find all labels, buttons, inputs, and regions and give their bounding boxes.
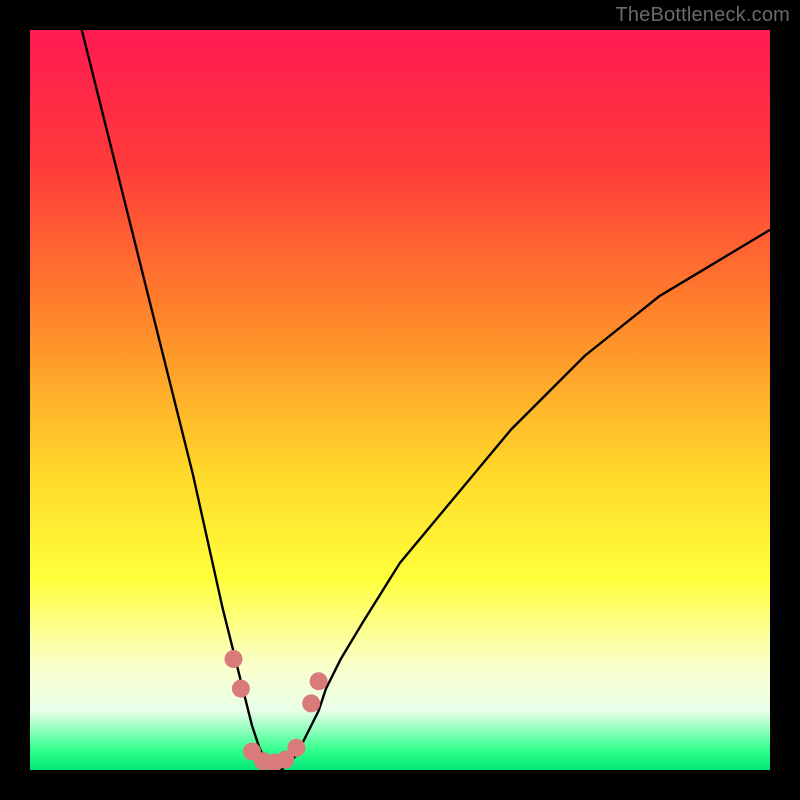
trough-marker [310, 672, 328, 690]
trough-marker [225, 650, 243, 668]
trough-markers [225, 650, 328, 770]
watermark-text: TheBottleneck.com [615, 4, 790, 27]
trough-marker [287, 739, 305, 757]
bottleneck-curve [30, 30, 770, 770]
curve-layer [30, 30, 770, 770]
trough-marker [232, 680, 250, 698]
chart-frame: TheBottleneck.com [0, 0, 800, 800]
trough-marker [302, 694, 320, 712]
plot-area [30, 30, 770, 770]
